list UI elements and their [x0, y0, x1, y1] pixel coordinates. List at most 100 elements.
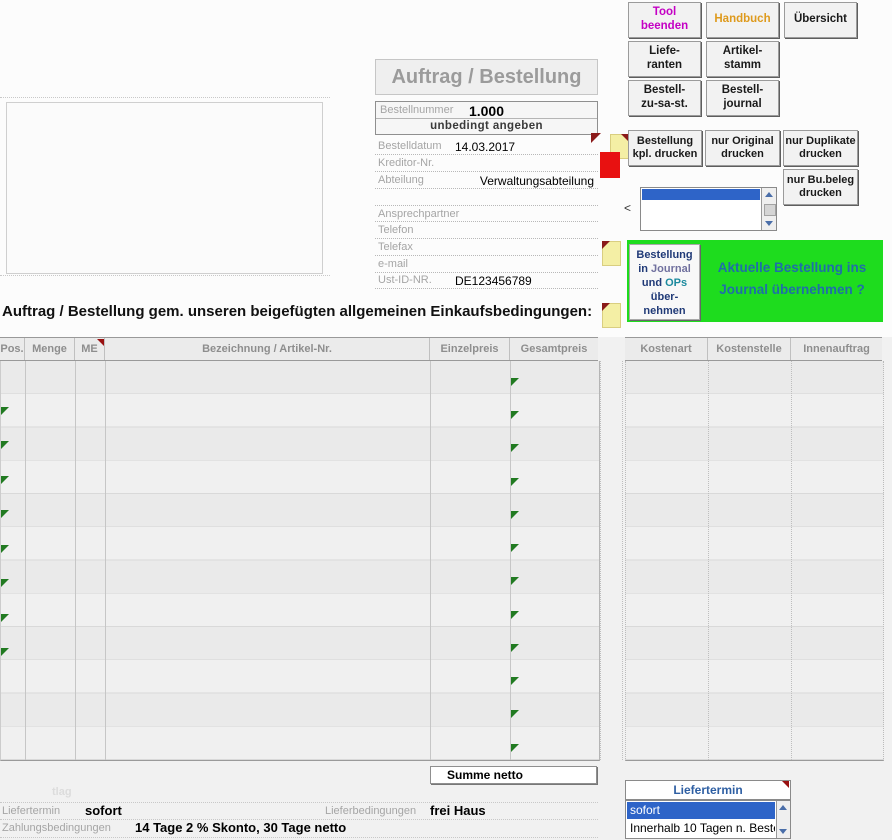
- green-error-indicator-icon: [1, 614, 9, 622]
- green-error-indicator-icon: [1, 545, 9, 553]
- lieferbedingungen-value[interactable]: frei Haus: [430, 803, 486, 818]
- grid-dotted-line: [708, 361, 709, 760]
- handbuch-button[interactable]: Handbuch: [706, 2, 779, 38]
- lieferbedingungen-label: Lieferbedingungen: [325, 805, 416, 817]
- col-header-innenauftrag: Innenauftrag: [791, 338, 882, 360]
- print-booking-voucher-button[interactable]: nur Bu.beleg drucken: [783, 169, 858, 205]
- liefertermin-listbox[interactable]: sofort Innerhalb 10 Tagen n. Beste: [625, 800, 791, 839]
- red-corner-icon: [602, 241, 610, 249]
- journal-button-line: Journal: [651, 263, 691, 275]
- journal-button-line: über-: [651, 291, 679, 303]
- green-error-indicator-icon: [511, 544, 519, 552]
- green-error-indicator-icon: [1, 510, 9, 518]
- uebersicht-button[interactable]: Übersicht: [784, 2, 857, 38]
- col-header-gesamtpreis: Gesamtpreis: [510, 338, 598, 360]
- green-error-indicator-icon: [511, 577, 519, 585]
- bestelljournal-button[interactable]: Bestell- journal: [706, 80, 779, 116]
- field-value[interactable]: 14.03.2017: [455, 140, 515, 154]
- green-error-indicator-icon: [511, 378, 519, 386]
- green-error-indicator-icon: [1, 579, 9, 587]
- col-header-bezeichnung: Bezeichnung / Artikel-Nr.: [105, 338, 430, 360]
- red-comment-indicator-icon: [97, 339, 104, 346]
- green-error-indicator-icon: [511, 710, 519, 718]
- field-label: Abteilung: [378, 174, 424, 186]
- field-row-kreditor-nr[interactable]: Kreditor-Nr.: [375, 155, 598, 172]
- col-header-kostenstelle: Kostenstelle: [708, 338, 791, 360]
- green-error-indicator-icon: [511, 411, 519, 419]
- grid-dotted-line: [600, 361, 601, 760]
- green-error-indicator-icon: [511, 611, 519, 619]
- grid-dotted-line: [622, 361, 623, 760]
- field-row-telefon[interactable]: Telefon: [375, 222, 598, 239]
- col-header-menge: Menge: [25, 338, 75, 360]
- green-error-indicator-icon: [511, 744, 519, 752]
- scroll-down-icon[interactable]: [779, 829, 787, 834]
- order-number-value[interactable]: 1.000: [376, 103, 597, 119]
- grid-line: [25, 361, 26, 760]
- field-row-abteilung[interactable]: Abteilung Verwaltungsabteilung: [375, 172, 598, 189]
- field-value[interactable]: DE123456789: [455, 274, 532, 288]
- listbox-scrollbar[interactable]: [761, 188, 776, 230]
- scroll-left-hint: <: [624, 201, 631, 215]
- address-input-box[interactable]: [6, 102, 323, 274]
- grid-line: [510, 361, 511, 760]
- scrollbar-thumb[interactable]: [764, 204, 776, 216]
- grid-dotted-line: [0, 837, 598, 838]
- liefertermin-option[interactable]: Innerhalb 10 Tagen n. Beste: [627, 820, 775, 837]
- summe-netto-box: Summe netto: [430, 766, 597, 784]
- liefertermin-value[interactable]: sofort: [85, 803, 122, 818]
- sticky-note-icon: [602, 241, 621, 266]
- lieferanten-button[interactable]: Liefe- ranten: [628, 41, 701, 77]
- green-error-indicator-icon: [1, 476, 9, 484]
- print-original-button[interactable]: nur Original drucken: [705, 130, 780, 166]
- tool-beenden-button[interactable]: Tool beenden: [628, 2, 701, 38]
- field-row-ust-id[interactable]: Ust-ID-NR. DE123456789: [375, 272, 598, 289]
- liefertermin-option-selected[interactable]: sofort: [627, 802, 775, 819]
- liefertermin-panel-title: Liefertermin: [625, 780, 791, 800]
- field-label: Ust-ID-NR.: [378, 274, 432, 286]
- cost-table-body[interactable]: [625, 361, 884, 761]
- selection-listbox[interactable]: [640, 187, 777, 231]
- green-error-indicator-icon: [1, 648, 9, 656]
- field-row-ansprechpartner[interactable]: Ansprechpartner: [375, 205, 598, 222]
- purchase-conditions-line: Auftrag / Bestellung gem. unseren beigef…: [2, 303, 662, 320]
- order-number-box[interactable]: Bestellnummer 1.000 unbedingt angeben: [375, 101, 598, 135]
- journal-prompt-text: Aktuelle Bestellung ins Journal übernehm…: [703, 257, 881, 300]
- liefertermin-label: Liefertermin: [2, 805, 60, 817]
- green-error-indicator-icon: [511, 644, 519, 652]
- scroll-up-icon[interactable]: [779, 805, 787, 810]
- red-comment-indicator-icon: [782, 781, 789, 788]
- grid-line: [430, 361, 431, 760]
- field-row-bestelldatum[interactable]: Bestelldatum 14.03.2017: [375, 138, 598, 155]
- journal-button-line: Bestellung: [636, 249, 692, 261]
- grid-dotted-line: [0, 275, 330, 276]
- zahlungsbedingungen-value[interactable]: 14 Tage 2 % Skonto, 30 Tage netto: [135, 820, 346, 835]
- order-number-row: Bestellnummer 1.000: [376, 102, 597, 119]
- red-comment-indicator-icon: [591, 133, 601, 143]
- bestell-zusammenstellung-button[interactable]: Bestell- zu-sa-st.: [628, 80, 701, 116]
- scroll-up-icon[interactable]: [765, 192, 773, 197]
- artikelstamm-button[interactable]: Artikel- stamm: [706, 41, 779, 77]
- journal-button-line: und: [642, 277, 665, 289]
- field-value[interactable]: Verwaltungsabteilung: [480, 174, 594, 188]
- cost-table-header: Kostenart Kostenstelle Innenauftrag: [625, 337, 882, 361]
- spreadsheet-canvas: Auftrag / Bestellung Bestellnummer 1.000…: [0, 0, 892, 840]
- journal-button-line: in: [638, 263, 651, 275]
- grid-line: [105, 361, 106, 760]
- print-complete-button[interactable]: Bestellung kpl. drucken: [628, 130, 702, 166]
- selected-row-highlight[interactable]: [642, 189, 760, 200]
- grid-line: [75, 361, 76, 760]
- green-error-indicator-icon: [1, 407, 9, 415]
- green-error-indicator-icon: [511, 478, 519, 486]
- print-duplicates-button[interactable]: nur Duplikate drucken: [783, 130, 858, 166]
- scroll-down-icon[interactable]: [765, 221, 773, 226]
- zahlungsbedingungen-label: Zahlungsbedingungen: [2, 822, 111, 834]
- listbox-scrollbar[interactable]: [776, 801, 790, 838]
- field-row-telefax[interactable]: Telefax: [375, 239, 598, 256]
- field-label: Telefon: [378, 224, 413, 236]
- journal-button-line: OPs: [665, 277, 687, 289]
- green-error-indicator-icon: [511, 444, 519, 452]
- field-label: Telefax: [378, 241, 413, 253]
- field-label: e-mail: [378, 258, 408, 270]
- field-row-email[interactable]: e-mail: [375, 256, 598, 273]
